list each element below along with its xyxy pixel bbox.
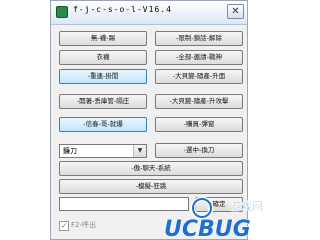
simulate-jump-button[interactable]: -模擬-狂跳 — [59, 179, 243, 194]
no-kick-button[interactable]: 無-襪-踢 — [59, 31, 147, 46]
title-bar[interactable]: f-j-c-s-o-l-V16.4 ✕ — [51, 1, 247, 25]
unlock-chat-limit-button[interactable]: -限制-鎖話-解除 — [155, 31, 243, 46]
chevron-down-icon[interactable]: ▼ — [133, 145, 146, 157]
weapon-select-value: 鐮刀 — [63, 147, 77, 155]
chat-system-button[interactable]: -傲-聊天-系統 — [59, 161, 243, 176]
buy-popup-button[interactable]: -購買-彈窗 — [155, 117, 243, 132]
ok-button[interactable]: 確定 — [195, 197, 243, 212]
checkbox-box[interactable]: ✓ — [59, 221, 69, 231]
weapon-select[interactable]: 鐮刀 ▼ — [59, 144, 147, 158]
f2-toggle-checkbox[interactable]: ✓ F2-呼出 — [59, 219, 96, 231]
window-title: f-j-c-s-o-l-V16.4 — [73, 5, 172, 14]
close-icon: ✕ — [231, 6, 240, 17]
app-icon — [56, 6, 68, 18]
switch-weapon-button[interactable]: -選中-換刀 — [155, 143, 243, 158]
open-storage-button[interactable]: -開著-丢庫管-隔庄 — [59, 94, 147, 109]
checkbox-label: F2-呼出 — [71, 221, 97, 229]
text-input[interactable] — [59, 197, 189, 211]
upgrade-attack-button[interactable]: -大貝變-隨產-升攻擊 — [155, 94, 243, 109]
close-button[interactable]: ✕ — [227, 4, 244, 19]
invite-all-button[interactable]: -全部-邀請-戰神 — [155, 50, 243, 65]
upgrade-button[interactable]: -大貝變-隨產-升面 — [155, 69, 243, 84]
clothes-button[interactable]: 衣襪 — [59, 50, 147, 65]
burst-button[interactable]: -信春-哥-就爆 — [59, 117, 147, 132]
reconnect-button[interactable]: -重連-掛閒 — [59, 69, 147, 84]
app-window: f-j-c-s-o-l-V16.4 ✕ 無-襪-踢 -限制-鎖話-解除 衣襪 -… — [50, 0, 248, 240]
